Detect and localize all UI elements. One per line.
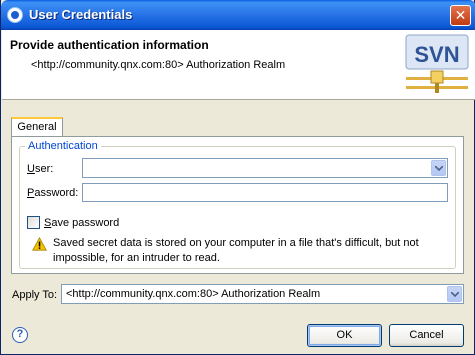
user-dropdown-button[interactable]: [431, 160, 446, 176]
cancel-button[interactable]: Cancel: [389, 324, 464, 347]
app-icon: [7, 7, 23, 23]
title-bar[interactable]: User Credentials ✕: [1, 0, 475, 30]
authentication-group-label: Authentication: [25, 140, 101, 152]
ok-button[interactable]: OK: [307, 324, 382, 347]
apply-to-combo[interactable]: <http://community.qnx.com:80> Authorizat…: [61, 284, 464, 304]
user-credentials-dialog: User Credentials ✕ Provide authenticatio…: [0, 0, 475, 355]
save-password-checkbox[interactable]: [27, 216, 40, 229]
svn-logo: SVN: [405, 34, 469, 93]
password-field[interactable]: [82, 183, 448, 202]
close-button[interactable]: ✕: [450, 5, 471, 26]
dialog-header: Provide authentication information <http…: [2, 30, 475, 100]
header-title: Provide authentication information: [10, 38, 209, 52]
header-description: <http://community.qnx.com:80> Authorizat…: [31, 59, 286, 71]
save-password-warning: Saved secret data is stored on your comp…: [53, 237, 419, 264]
close-icon: ✕: [454, 7, 467, 23]
save-password-label[interactable]: Save password: [44, 217, 119, 229]
user-label: User:: [27, 163, 54, 175]
apply-to-dropdown-button[interactable]: [447, 286, 462, 302]
window-title: User Credentials: [29, 7, 133, 22]
help-icon[interactable]: ?: [12, 327, 28, 343]
apply-to-value: <http://community.qnx.com:80> Authorizat…: [66, 288, 321, 300]
chevron-down-icon: [451, 292, 459, 297]
svn-logo-text: SVN: [414, 42, 459, 67]
user-combo[interactable]: [82, 158, 448, 178]
warning-icon: [32, 237, 47, 251]
password-label: Password:: [27, 187, 79, 199]
tab-general[interactable]: General: [11, 117, 63, 137]
apply-to-label: Apply To:: [12, 289, 58, 301]
chevron-down-icon: [435, 166, 443, 171]
